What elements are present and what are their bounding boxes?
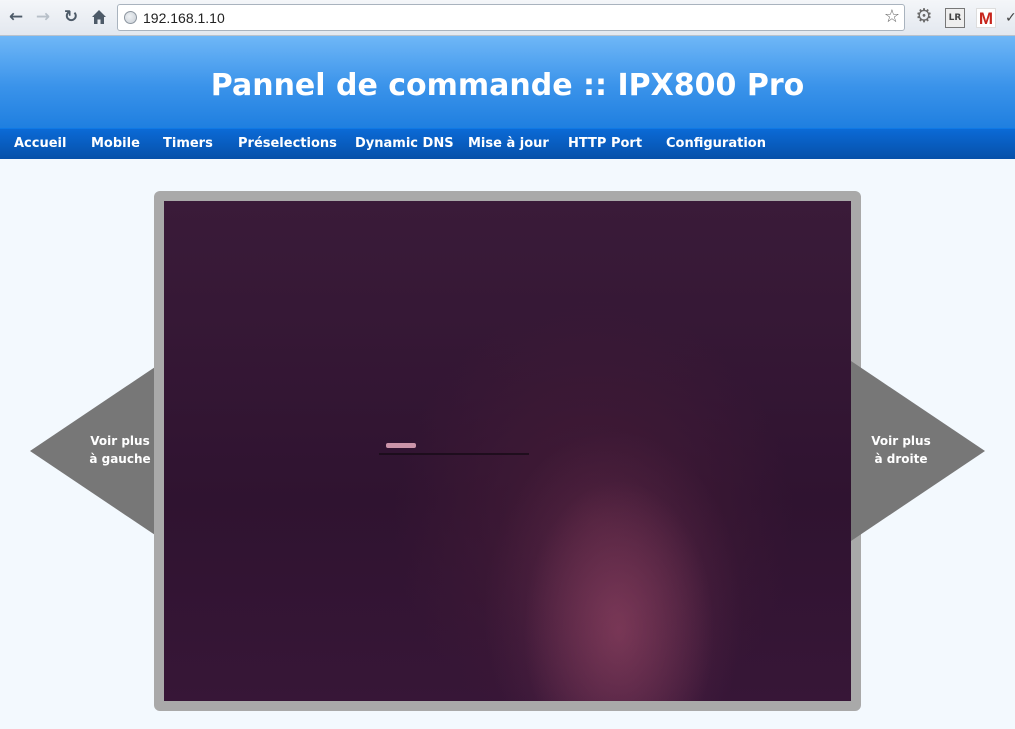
next-arrow-label[interactable]: Voir plus à droite [861,432,941,468]
home-icon[interactable] [88,6,110,28]
nav-item-mise-a-jour[interactable]: Mise à jour [468,136,549,151]
nav-item-timers[interactable]: Timers [163,136,213,151]
forward-icon[interactable]: → [32,6,54,28]
nav-item-http-port[interactable]: HTTP Port [568,136,642,151]
star-icon[interactable]: ☆ [884,7,900,27]
gmail-extension-icon[interactable]: M [976,8,996,28]
address-bar[interactable]: 192.168.1.10 ☆ [117,4,905,31]
glasses-line [379,453,529,455]
camera-image [164,201,851,701]
back-icon[interactable]: ← [5,6,27,28]
globe-icon [124,11,137,24]
nav-item-configuration[interactable]: Configuration [666,136,766,151]
glasses-glint [386,443,416,448]
page-title: Pannel de commande :: IPX800 Pro [210,68,805,103]
nav-item-preselections[interactable]: Préselections [238,136,337,151]
nav-item-dynamic-dns[interactable]: Dynamic DNS [355,136,454,151]
wrench-icon[interactable]: ✓ [1005,8,1015,28]
page-header: Pannel de commande :: IPX800 Pro [0,36,1015,128]
reload-icon[interactable]: ↻ [60,6,82,28]
nav-item-accueil[interactable]: Accueil [14,136,66,151]
browser-toolbar: ← → ↻ 192.168.1.10 ☆ ⚙ LR M ✓ [0,0,1015,36]
lightroom-extension-icon[interactable]: LR [945,8,965,28]
previous-arrow-label[interactable]: Voir plus à gauche [80,432,160,468]
main-nav: Accueil Mobile Timers Préselections Dyna… [0,128,1015,159]
nav-item-mobile[interactable]: Mobile [91,136,140,151]
gear-extension-icon[interactable]: ⚙ [914,6,934,26]
url-text[interactable]: 192.168.1.10 [143,10,225,26]
